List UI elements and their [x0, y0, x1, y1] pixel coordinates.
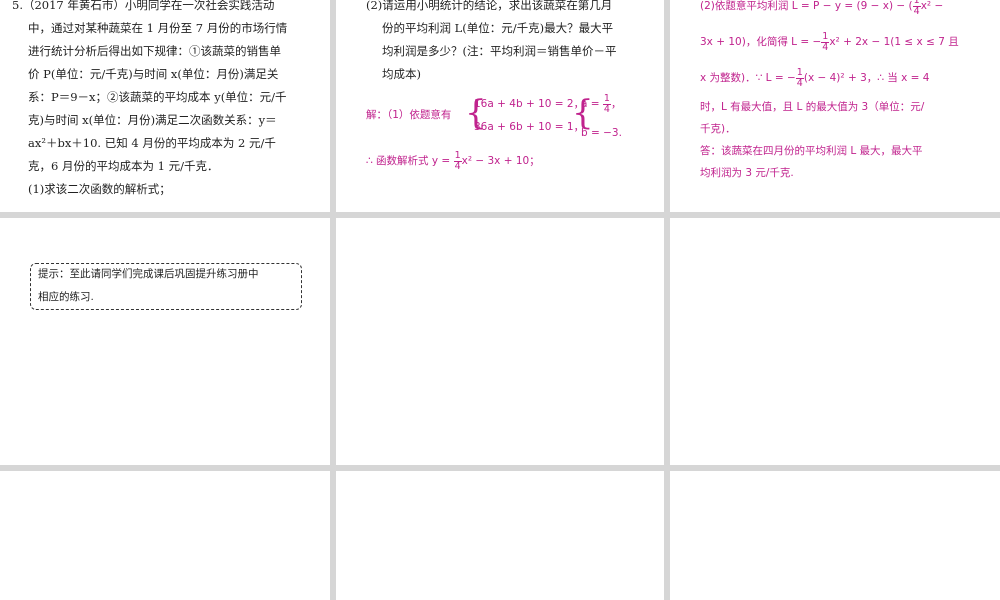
- problem-line: 克)与时间 x(单位：月份)满足二次函数关系：y＝: [28, 113, 277, 127]
- fraction-l3: 14: [795, 66, 804, 89]
- panel-row2-col2: [336, 218, 664, 465]
- hint-line-2: 相应的练习.: [38, 291, 94, 303]
- fraction-a: 14: [602, 92, 611, 115]
- panel-row3-col1: [0, 471, 330, 600]
- equation-2: 36a + 6b + 10 = 1，: [474, 121, 585, 133]
- panel-row2-col1: [0, 218, 330, 465]
- question-line: (2)请运用小明统计的结论，求出该蔬菜在第几月: [366, 0, 613, 12]
- answer-line-1: 答：该蔬菜在四月份的平均利润 L 最大，最大平: [700, 145, 923, 157]
- panel-row2-col3: [670, 218, 1000, 465]
- solution2-line-1: (2)依题意平均利润 L = P − y = (9 − x) − (1 4 x² −: [700, 0, 943, 17]
- problem-line: 价 P(单位：元/千克)与时间 x(单位：月份)满足关: [28, 67, 279, 81]
- solution2-line-4: 时，L 有最大值，且 L 的最大值为 3（单位：元/: [700, 101, 925, 113]
- problem-line: 系：P＝9－x；②该蔬菜的平均成本 y(单位：元/千: [28, 90, 287, 104]
- equation-1: 16a + 4b + 10 = 2，: [474, 98, 585, 110]
- problem-line: ax²＋bx＋10. 已知 4 月份的平均成本为 2 元/千: [28, 136, 276, 150]
- hint-line-1: 提示：至此请同学们完成课后巩固提升练习册中: [38, 268, 259, 280]
- solution-b: b = −3.: [581, 127, 622, 139]
- problem-line: 进行统计分析后得出如下规律：①该蔬菜的销售单: [28, 44, 281, 58]
- solution-prefix: 解：（1）依题意有: [366, 109, 452, 121]
- solution-a: a = 1 4，: [581, 92, 622, 115]
- question-line: 份的平均利润 L(单位：元/千克)最大？最大平: [382, 21, 614, 35]
- problem-line: 克，6 月份的平均成本为 1 元/千克．: [28, 159, 219, 173]
- hint-box: 提示：至此请同学们完成课后巩固提升练习册中 相应的练习.: [30, 263, 302, 310]
- problem-line: 5.（2017 年黄石市）小明同学在一次社会实践活动: [12, 0, 275, 12]
- solution2-line-3: x 为整数)．∵ L = −1 4 (x − 4)² + 3，∴ 当 x = 4: [700, 66, 930, 89]
- problem-line: (1)求该二次函数的解析式；: [28, 182, 171, 196]
- panel-row3-col2: [336, 471, 664, 600]
- a-label: a =: [581, 98, 600, 110]
- fraction-l1: 14: [912, 0, 921, 17]
- panel-row3-col3: [670, 471, 1000, 600]
- question-line: 均利润是多少？(注：平均利润＝销售单价－平: [382, 44, 617, 58]
- function-result: ∴ 函数解析式 y = 1 4 x² − 3x + 10；: [366, 149, 540, 172]
- solution2-line-5: 千克)．: [700, 123, 736, 135]
- solution2-line-2: 3x + 10)，化简得 L = −1 4 x² + 2x − 1(1 ≤ x ≤ …: [700, 30, 959, 53]
- answer-line-2: 均利润为 3 元/千克.: [700, 167, 794, 179]
- problem-line: 中，通过对某种蔬菜在 1 月份至 7 月份的市场行情: [28, 21, 288, 35]
- question-line: 均成本): [382, 67, 421, 81]
- fraction-result: 14: [453, 149, 462, 172]
